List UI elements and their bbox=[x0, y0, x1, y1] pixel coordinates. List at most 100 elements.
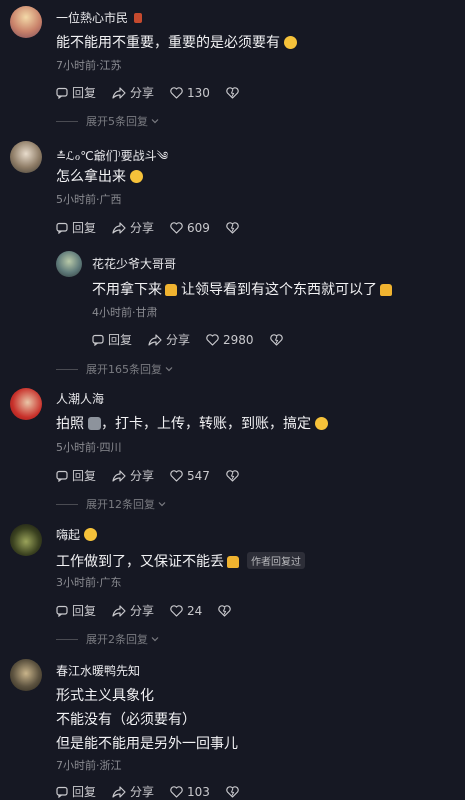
comment-text: 不用拿下来 让领导看到有这个东西就可以了 bbox=[92, 279, 392, 299]
dislike-button[interactable] bbox=[218, 604, 235, 617]
time-location: 5小时前·四川 bbox=[56, 441, 122, 454]
time-location: 3小时前·广东 bbox=[56, 576, 122, 589]
comment-text: 怎么拿出来 bbox=[56, 166, 143, 186]
share-button[interactable]: 分享 bbox=[112, 783, 154, 800]
like-count: 2980 bbox=[223, 332, 254, 347]
avatar[interactable] bbox=[10, 6, 42, 38]
share-button[interactable]: 分享 bbox=[148, 331, 190, 348]
comment-actions: 回复 分享 609 bbox=[56, 219, 259, 236]
comment-actions: 回复 分享 103 bbox=[56, 783, 259, 800]
share-icon bbox=[112, 221, 126, 234]
like-count: 103 bbox=[187, 784, 210, 799]
badge-icon bbox=[134, 13, 143, 23]
heart-icon bbox=[170, 604, 183, 617]
username[interactable]: 花花少爷大哥哥 bbox=[92, 255, 176, 272]
avatar[interactable] bbox=[10, 659, 42, 691]
avatar[interactable] bbox=[10, 141, 42, 173]
reply-button[interactable]: 回复 bbox=[56, 219, 96, 236]
reply-icon bbox=[56, 605, 68, 617]
like-count: 547 bbox=[187, 468, 210, 483]
reply-button[interactable]: 回复 bbox=[56, 84, 96, 101]
username[interactable]: 嗨起 bbox=[56, 526, 98, 543]
comment-actions: 回复 分享 547 bbox=[56, 467, 259, 484]
expand-replies[interactable]: 展开2条回复 bbox=[56, 631, 160, 647]
expand-replies[interactable]: 展开12条回复 bbox=[56, 496, 167, 512]
dislike-icon bbox=[226, 785, 239, 798]
avatar[interactable] bbox=[56, 251, 82, 277]
dislike-button[interactable] bbox=[226, 86, 243, 99]
username[interactable]: 人潮人海 bbox=[56, 390, 104, 407]
thumbs-up-icon bbox=[380, 284, 392, 296]
like-button[interactable]: 103 bbox=[170, 785, 210, 799]
dislike-icon bbox=[226, 469, 239, 482]
share-icon bbox=[112, 604, 126, 617]
time-location: 7小时前·浙江 bbox=[56, 759, 122, 772]
emoji-icon bbox=[130, 170, 143, 183]
heart-icon bbox=[170, 221, 183, 234]
share-button[interactable]: 分享 bbox=[112, 219, 154, 236]
share-icon bbox=[148, 333, 162, 346]
username[interactable]: 春江水暖鸭先知 bbox=[56, 662, 140, 679]
comment-text: 能不能用不重要，重要的是必须要有 bbox=[56, 32, 297, 52]
comment-text: 工作做到了，又保证不能丢 作者回复过 bbox=[56, 551, 305, 571]
avatar[interactable] bbox=[10, 524, 42, 556]
emoji-icon bbox=[84, 528, 98, 541]
expand-replies[interactable]: 展开165条回复 bbox=[56, 361, 174, 377]
like-count: 609 bbox=[187, 220, 210, 235]
like-button[interactable]: 609 bbox=[170, 221, 210, 235]
reply-icon bbox=[56, 222, 68, 234]
expand-replies[interactable]: 展开5条回复 bbox=[56, 113, 160, 129]
camera-icon bbox=[88, 417, 101, 430]
share-icon bbox=[112, 785, 126, 798]
dislike-button[interactable] bbox=[226, 469, 243, 482]
share-button[interactable]: 分享 bbox=[112, 602, 154, 619]
dislike-button[interactable] bbox=[269, 333, 287, 346]
dislike-button[interactable] bbox=[226, 785, 243, 798]
avatar[interactable] bbox=[10, 388, 42, 420]
dislike-icon bbox=[226, 86, 239, 99]
cool-emoji-icon bbox=[315, 417, 328, 430]
share-button[interactable]: 分享 bbox=[112, 467, 154, 484]
divider bbox=[56, 638, 78, 640]
share-icon bbox=[112, 469, 126, 482]
share-icon bbox=[112, 86, 126, 99]
comment-line: 但是能不能用是另外一回事儿 bbox=[56, 736, 238, 752]
divider bbox=[56, 120, 78, 122]
thumbs-up-icon bbox=[227, 556, 239, 568]
heart-icon bbox=[170, 86, 183, 99]
chevron-down-icon bbox=[165, 367, 173, 372]
like-count: 130 bbox=[187, 85, 210, 100]
comment-text: 拍照 ，打卡，上传，转账，到账，搞定 bbox=[56, 413, 328, 433]
time-location: 5小时前·广西 bbox=[56, 193, 122, 206]
like-button[interactable]: 24 bbox=[170, 604, 202, 618]
username[interactable]: 一位熱心市民 bbox=[56, 9, 143, 26]
dislike-button[interactable] bbox=[226, 221, 243, 234]
author-replied-tag: 作者回复过 bbox=[247, 552, 305, 569]
comment-actions: 回复 分享 24 bbox=[56, 602, 251, 619]
like-button[interactable]: 130 bbox=[170, 86, 210, 100]
reply-button[interactable]: 回复 bbox=[56, 783, 96, 800]
emoji-icon bbox=[284, 36, 297, 49]
chevron-down-icon bbox=[151, 119, 159, 124]
comment-actions: 回复 分享 2980 bbox=[92, 331, 303, 348]
reply-button[interactable]: 回复 bbox=[92, 331, 132, 348]
chevron-down-icon bbox=[158, 502, 166, 507]
heart-icon bbox=[170, 785, 183, 798]
share-button[interactable]: 分享 bbox=[112, 84, 154, 101]
chevron-down-icon bbox=[151, 637, 159, 642]
reply-button[interactable]: 回复 bbox=[56, 602, 96, 619]
heart-icon bbox=[206, 333, 219, 346]
dislike-icon bbox=[226, 221, 239, 234]
like-button[interactable]: 547 bbox=[170, 469, 210, 483]
thumbs-up-icon bbox=[165, 284, 177, 296]
comment-line: 不能没有（必须要有） bbox=[56, 712, 196, 728]
like-button[interactable]: 2980 bbox=[206, 333, 254, 347]
divider bbox=[56, 503, 78, 505]
time-location: 4小时前·甘肃 bbox=[92, 306, 158, 319]
heart-icon bbox=[170, 469, 183, 482]
divider bbox=[56, 368, 78, 370]
reply-button[interactable]: 回复 bbox=[56, 467, 96, 484]
reply-icon bbox=[92, 334, 104, 346]
dislike-icon bbox=[269, 333, 283, 346]
reply-icon bbox=[56, 786, 68, 798]
